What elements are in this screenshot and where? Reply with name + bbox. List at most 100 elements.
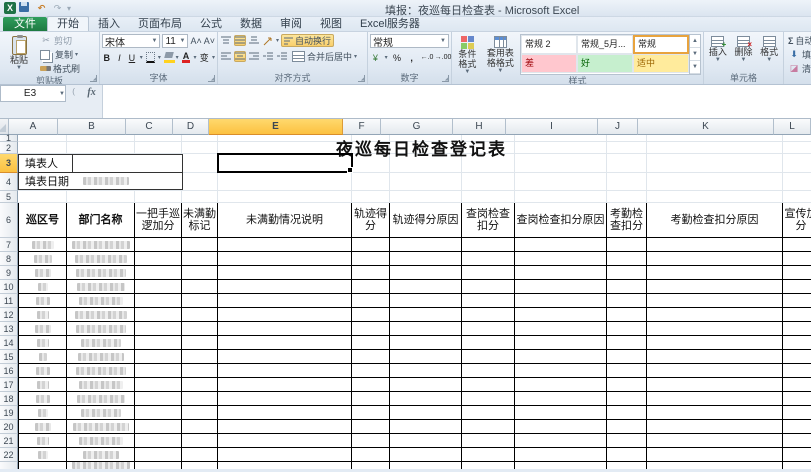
column-header-A[interactable]: A bbox=[9, 119, 58, 135]
cell-A9[interactable] bbox=[18, 266, 67, 280]
cell-F6[interactable]: 轨迹得分 bbox=[352, 203, 390, 238]
cell-C17[interactable] bbox=[135, 378, 182, 392]
cell-H23[interactable] bbox=[462, 462, 515, 469]
cell-D14[interactable] bbox=[182, 336, 218, 350]
cell-L2[interactable] bbox=[783, 142, 811, 154]
cell-F21[interactable] bbox=[352, 434, 390, 448]
cell-E4[interactable] bbox=[218, 173, 352, 191]
cell-A12[interactable] bbox=[18, 308, 67, 322]
cell-L19[interactable] bbox=[783, 406, 811, 420]
cell-L5[interactable] bbox=[783, 191, 811, 203]
cell-C15[interactable] bbox=[135, 350, 182, 364]
cell-K23[interactable] bbox=[647, 462, 783, 469]
cell-J8[interactable] bbox=[607, 252, 647, 266]
font-name-combo[interactable]: 宋体▼ bbox=[102, 34, 160, 48]
cell-B5[interactable] bbox=[67, 191, 135, 203]
cell-H5[interactable] bbox=[462, 191, 515, 203]
cell-H8[interactable] bbox=[462, 252, 515, 266]
cell-L8[interactable] bbox=[783, 252, 811, 266]
cell-E20[interactable] bbox=[218, 420, 352, 434]
cell-A5[interactable] bbox=[18, 191, 67, 203]
cell-E5[interactable] bbox=[218, 191, 352, 203]
cell-D1[interactable] bbox=[182, 135, 218, 142]
undo-button[interactable]: ↶ bbox=[35, 2, 48, 14]
cell-F4[interactable] bbox=[352, 173, 390, 191]
tab-formulas[interactable]: 公式 bbox=[191, 17, 231, 31]
cell-C10[interactable] bbox=[135, 280, 182, 294]
cell-F7[interactable] bbox=[352, 238, 390, 252]
cell-A10[interactable] bbox=[18, 280, 67, 294]
align-top-button[interactable] bbox=[220, 35, 232, 46]
cell-L7[interactable] bbox=[783, 238, 811, 252]
cell-C7[interactable] bbox=[135, 238, 182, 252]
italic-button[interactable]: I bbox=[115, 52, 125, 63]
cell-C11[interactable] bbox=[135, 294, 182, 308]
cell-I16[interactable] bbox=[515, 364, 607, 378]
cell-B11[interactable] bbox=[67, 294, 135, 308]
cell-I12[interactable] bbox=[515, 308, 607, 322]
cell-H18[interactable] bbox=[462, 392, 515, 406]
row-header-9[interactable]: 9 bbox=[0, 266, 18, 280]
row-header-7[interactable]: 7 bbox=[0, 238, 18, 252]
cell-F17[interactable] bbox=[352, 378, 390, 392]
cell-J14[interactable] bbox=[607, 336, 647, 350]
clipboard-dialog-launcher[interactable] bbox=[90, 75, 97, 82]
cell-E23[interactable] bbox=[218, 462, 352, 469]
cell-B18[interactable] bbox=[67, 392, 135, 406]
cell-F14[interactable] bbox=[352, 336, 390, 350]
cell-I18[interactable] bbox=[515, 392, 607, 406]
increase-decimal-button[interactable]: ←.0 bbox=[421, 52, 433, 63]
cell-C19[interactable] bbox=[135, 406, 182, 420]
cell-C18[interactable] bbox=[135, 392, 182, 406]
cell-E15[interactable] bbox=[218, 350, 352, 364]
cell-J7[interactable] bbox=[607, 238, 647, 252]
column-header-F[interactable]: F bbox=[343, 119, 381, 135]
cell-G18[interactable] bbox=[390, 392, 462, 406]
format-as-table-button[interactable]: 套用表格格式 ▼ bbox=[483, 34, 518, 74]
cell-C1[interactable] bbox=[135, 135, 182, 142]
cell-A18[interactable] bbox=[18, 392, 67, 406]
cell-D12[interactable] bbox=[182, 308, 218, 322]
row-header-8[interactable]: 8 bbox=[0, 252, 18, 266]
alignment-dialog-launcher[interactable] bbox=[358, 75, 365, 82]
increase-indent-button[interactable] bbox=[276, 51, 288, 62]
cell-A16[interactable] bbox=[18, 364, 67, 378]
tab-page-layout[interactable]: 页面布局 bbox=[129, 17, 191, 31]
cell-F20[interactable] bbox=[352, 420, 390, 434]
cell-C12[interactable] bbox=[135, 308, 182, 322]
row-header-4[interactable]: 4 bbox=[0, 173, 18, 191]
cell-D19[interactable] bbox=[182, 406, 218, 420]
redo-button[interactable]: ↷ bbox=[51, 2, 64, 14]
cell-J17[interactable] bbox=[607, 378, 647, 392]
cell-L13[interactable] bbox=[783, 322, 811, 336]
row-header-10[interactable]: 10 bbox=[0, 280, 18, 294]
cell-F18[interactable] bbox=[352, 392, 390, 406]
orientation-button[interactable] bbox=[262, 35, 274, 46]
cell-B10[interactable] bbox=[67, 280, 135, 294]
cell-E10[interactable] bbox=[218, 280, 352, 294]
cell-J9[interactable] bbox=[607, 266, 647, 280]
font-color-button[interactable]: A bbox=[182, 52, 191, 63]
cell-B16[interactable] bbox=[67, 364, 135, 378]
cell-K6[interactable]: 考勤检查扣分原因 bbox=[647, 203, 783, 238]
cell-E13[interactable] bbox=[218, 322, 352, 336]
cell-E21[interactable] bbox=[218, 434, 352, 448]
cell-C20[interactable] bbox=[135, 420, 182, 434]
cell-I15[interactable] bbox=[515, 350, 607, 364]
delete-cells-button[interactable]: × 删除▼ bbox=[732, 34, 756, 63]
cell-E12[interactable] bbox=[218, 308, 352, 322]
cell-J2[interactable] bbox=[607, 142, 647, 154]
gallery-scroll-up[interactable]: ▲ bbox=[690, 35, 700, 48]
cell-B22[interactable] bbox=[67, 448, 135, 462]
cell-J13[interactable] bbox=[607, 322, 647, 336]
cell-E17[interactable] bbox=[218, 378, 352, 392]
cell-H22[interactable] bbox=[462, 448, 515, 462]
cell-G8[interactable] bbox=[390, 252, 462, 266]
cell-K9[interactable] bbox=[647, 266, 783, 280]
column-header-C[interactable]: C bbox=[126, 119, 173, 135]
cell-K11[interactable] bbox=[647, 294, 783, 308]
cell-E1[interactable] bbox=[218, 135, 352, 142]
cell-G20[interactable] bbox=[390, 420, 462, 434]
cell-I17[interactable] bbox=[515, 378, 607, 392]
number-dialog-launcher[interactable] bbox=[442, 75, 449, 82]
